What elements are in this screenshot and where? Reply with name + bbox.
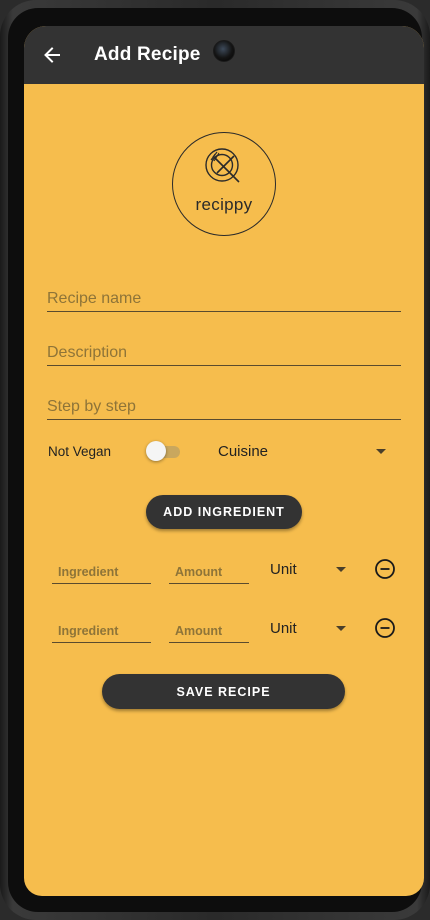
save-recipe-button[interactable]: SAVE RECIPE	[102, 674, 345, 709]
unit-select[interactable]: Unit	[270, 615, 350, 643]
steps-input[interactable]	[47, 390, 401, 419]
vegan-toggle[interactable]	[146, 440, 182, 464]
recipe-name-input[interactable]	[47, 282, 401, 311]
ingredient-input[interactable]	[52, 556, 151, 583]
unit-selected: Unit	[270, 620, 297, 637]
ingredient-field[interactable]	[52, 556, 151, 584]
app-logo: recippy	[172, 132, 276, 236]
vegan-label: Not Vegan	[48, 444, 112, 459]
unit-selected: Unit	[270, 561, 297, 578]
unit-select[interactable]: Unit	[270, 556, 350, 584]
dropdown-arrow-icon	[376, 449, 386, 454]
amount-input[interactable]	[169, 556, 249, 583]
ingredient-input[interactable]	[52, 615, 151, 642]
back-button[interactable]	[24, 26, 80, 84]
minus-circle-icon	[375, 559, 395, 579]
dropdown-arrow-icon	[336, 567, 346, 572]
phone-frame: Add Recipe recippy Recipe name Descripti…	[0, 0, 430, 920]
cuisine-select[interactable]: Cuisine	[218, 440, 396, 468]
cuisine-selected: Cuisine	[218, 443, 269, 460]
remove-ingredient-button[interactable]	[374, 558, 396, 580]
logo-text: recippy	[195, 195, 253, 214]
plate-fork-icon	[205, 148, 240, 183]
description-input[interactable]	[47, 336, 401, 365]
remove-ingredient-button[interactable]	[374, 617, 396, 639]
amount-field[interactable]	[169, 556, 249, 584]
amount-field[interactable]	[169, 615, 249, 643]
add-ingredient-button[interactable]: ADD INGREDIENT	[146, 495, 302, 529]
front-camera	[213, 40, 235, 62]
recipe-name-field[interactable]	[47, 282, 401, 312]
dropdown-arrow-icon	[336, 626, 346, 631]
app-screen: Add Recipe recippy Recipe name Descripti…	[24, 26, 424, 896]
minus-circle-icon	[375, 618, 395, 638]
description-field[interactable]	[47, 336, 401, 366]
amount-input[interactable]	[169, 615, 249, 642]
toggle-thumb	[146, 441, 166, 461]
page-title: Add Recipe	[94, 44, 201, 65]
vegan-row: Not Vegan Cuisine	[48, 440, 408, 468]
phone-bezel: Add Recipe recippy Recipe name Descripti…	[8, 8, 424, 912]
steps-field[interactable]	[47, 390, 401, 420]
arrow-left-icon	[44, 47, 60, 63]
ingredient-row: Unit	[52, 556, 402, 586]
ingredient-row: Unit	[52, 615, 402, 645]
ingredient-field[interactable]	[52, 615, 151, 643]
